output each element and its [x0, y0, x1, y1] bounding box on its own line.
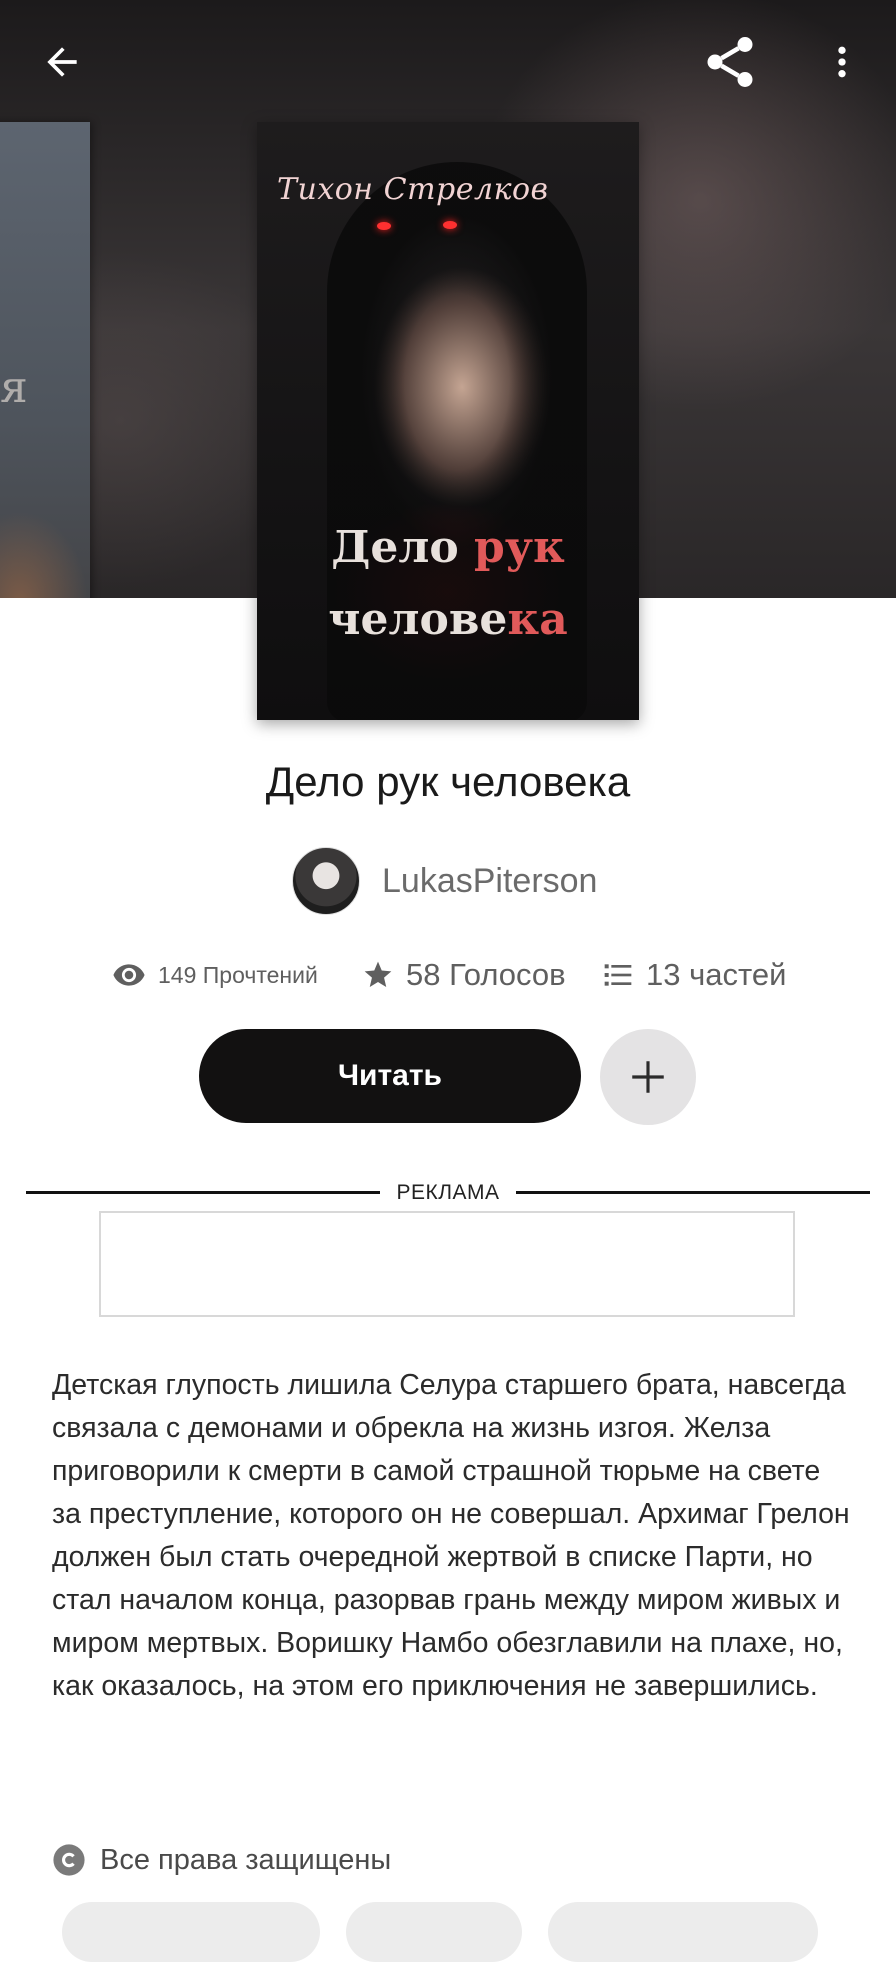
- stat-parts-label: 13 частей: [646, 957, 787, 992]
- back-button[interactable]: [26, 26, 98, 98]
- tag-chip[interactable]: [548, 1902, 818, 1962]
- tag-chip[interactable]: [62, 1902, 320, 1962]
- copyright-label: Все права защищены: [100, 1843, 392, 1876]
- top-app-bar: [0, 0, 896, 120]
- arrow-left-icon: [47, 47, 77, 77]
- copyright-icon: [53, 1844, 85, 1876]
- cover-title-text: Дело рук человека: [257, 512, 639, 656]
- tag-chip[interactable]: [346, 1902, 522, 1962]
- stat-reads-label: 149 Прочтений: [158, 961, 318, 988]
- ad-label: РЕКЛАМА: [396, 1181, 500, 1204]
- cover-eye-left: [377, 222, 391, 230]
- cover-title-part-red: ка: [507, 594, 568, 645]
- cover-author-text: Тихон Стрелков: [277, 172, 549, 207]
- ad-divider: РЕКЛАМА: [26, 1178, 870, 1208]
- plus-icon: [632, 1061, 664, 1093]
- cover-title-part: челове: [328, 594, 508, 645]
- cover-title-part-red: рук: [474, 522, 565, 573]
- tag-row: [0, 1902, 896, 1962]
- ad-slot[interactable]: [99, 1211, 795, 1317]
- more-vertical-icon: [838, 46, 846, 78]
- cover-title-part: Дело: [331, 522, 475, 573]
- author-avatar[interactable]: [292, 847, 360, 915]
- share-button[interactable]: [692, 24, 768, 100]
- book-title: Дело рук человека: [265, 758, 631, 805]
- more-options-button[interactable]: [814, 24, 870, 100]
- ad-divider-line: [26, 1191, 380, 1194]
- share-icon: [707, 37, 753, 87]
- author-name[interactable]: LukasPiterson: [382, 862, 597, 901]
- read-button[interactable]: Читать: [199, 1029, 581, 1123]
- previous-book-cover[interactable]: я: [0, 122, 90, 598]
- book-description: Детская глупость лишила Селура старшего …: [52, 1369, 850, 1702]
- eye-icon: [113, 964, 145, 986]
- author-link[interactable]: LukasPiterson: [292, 847, 597, 915]
- star-icon: [364, 961, 392, 987]
- copyright-row: Все права защищены: [52, 1838, 391, 1882]
- book-cover[interactable]: Тихон Стрелков Дело рук человека: [257, 122, 639, 720]
- stat-parts: 13 частей: [602, 950, 786, 1000]
- stat-reads: 149 Прочтений: [112, 950, 318, 1000]
- ad-divider-line: [516, 1191, 870, 1194]
- side-cover-text: я: [0, 362, 28, 413]
- stat-votes: 58 Голосов: [362, 950, 566, 1000]
- book-stats: 149 Прочтений 58 Голосов 13 частей: [0, 950, 896, 1000]
- cover-eye-right: [443, 221, 457, 229]
- add-to-library-button[interactable]: [600, 1029, 696, 1125]
- stat-votes-label: 58 Голосов: [406, 957, 566, 992]
- list-icon: [604, 964, 632, 986]
